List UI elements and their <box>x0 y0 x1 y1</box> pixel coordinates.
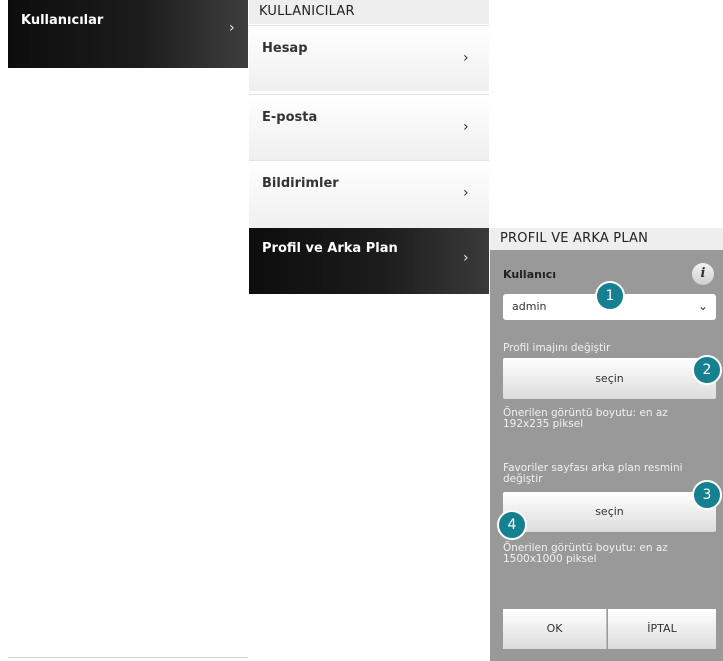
choose-favorites-background-button[interactable]: seçin <box>503 492 716 532</box>
chevron-right-icon: › <box>463 50 469 66</box>
user-select-value: admin <box>512 300 547 313</box>
favorites-background-hint: Önerilen görüntü boyutu: en az 1500x1000… <box>503 542 668 565</box>
sidebar-item-label: Kullanıcılar <box>21 13 104 28</box>
divider <box>8 657 248 658</box>
user-label: Kullanıcı <box>503 268 557 281</box>
choose-profile-image-button[interactable]: seçin <box>503 358 716 399</box>
callout-badge-1: 1 <box>595 281 625 311</box>
callout-badge-3: 3 <box>692 480 722 510</box>
menu-item-notifications[interactable]: Bildirimler › <box>249 160 489 228</box>
profile-image-hint: Önerilen görüntü boyutu: en az 192x235 p… <box>503 407 668 430</box>
favorites-background-label: Favoriler sayfası arka plan resmini deği… <box>503 462 683 485</box>
menu-item-account[interactable]: Hesap › <box>249 25 489 91</box>
callout-badge-2: 2 <box>692 355 722 385</box>
users-menu-header: KULLANICILAR <box>249 0 489 24</box>
menu-item-label: E-posta <box>262 110 318 125</box>
cancel-button[interactable]: İPTAL <box>608 609 716 649</box>
menu-item-label: Bildirimler <box>262 176 339 191</box>
chevron-right-icon: › <box>463 250 469 266</box>
chevron-right-icon: › <box>463 185 469 201</box>
profile-image-label: Profil imajını değiştir <box>503 342 611 354</box>
profile-panel-header: PROFIL VE ARKA PLAN <box>490 228 723 250</box>
menu-item-email[interactable]: E-posta › <box>249 94 489 160</box>
menu-item-label: Profil ve Arka Plan <box>262 241 398 256</box>
info-icon[interactable]: i <box>692 263 714 285</box>
sidebar-item-users[interactable]: Kullanıcılar › <box>8 0 248 68</box>
ok-button[interactable]: OK <box>503 609 607 649</box>
menu-item-label: Hesap <box>262 41 308 56</box>
callout-badge-4: 4 <box>497 510 527 540</box>
chevron-down-icon: ⌄ <box>697 299 708 313</box>
chevron-right-icon: › <box>229 20 235 36</box>
menu-item-profile-background[interactable]: Profil ve Arka Plan › <box>249 228 489 294</box>
chevron-right-icon: › <box>463 119 469 135</box>
